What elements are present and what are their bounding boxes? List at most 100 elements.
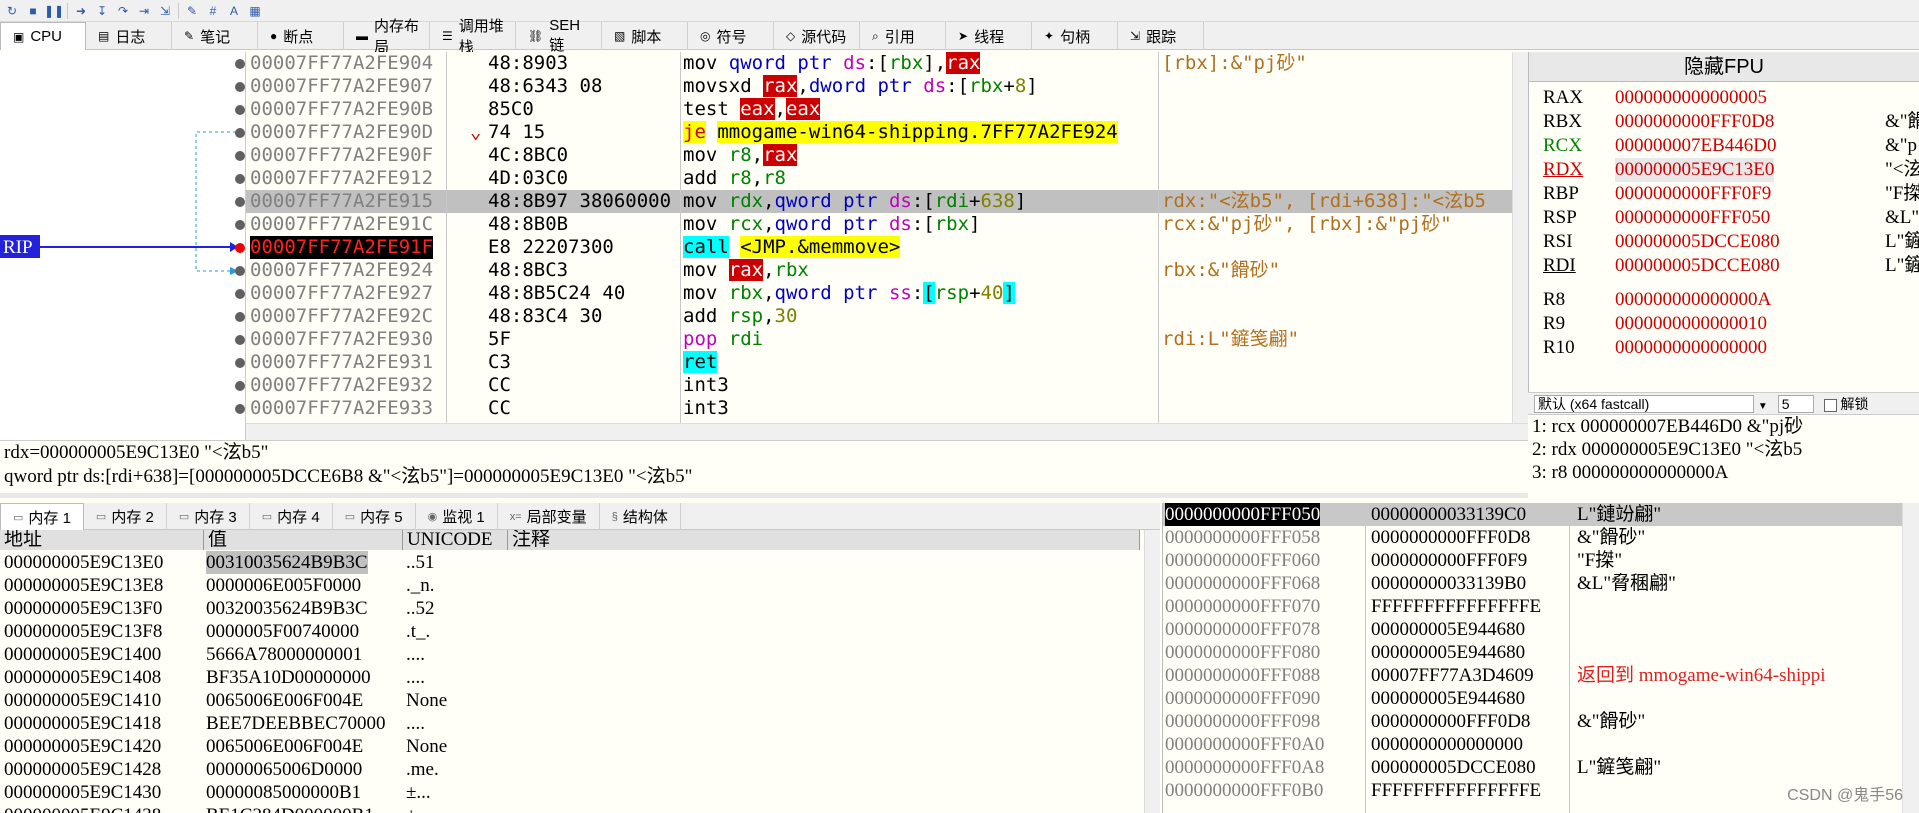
breakpoint-dot[interactable]: [235, 381, 245, 391]
run-to-user-icon[interactable]: ⇥: [136, 3, 152, 19]
stack-row[interactable]: 0000000000FFF0A8 000000005DCCE080 L"鏟笺翩": [1163, 756, 1903, 779]
breakpoint-dot[interactable]: [235, 404, 245, 414]
patch-icon[interactable]: ✎: [184, 3, 200, 19]
disasm-row[interactable]: 00007FF77A2FE91C 48:8B0B mov rcx,qword ptr…: [246, 213, 1512, 236]
stack-row[interactable]: 0000000000FFF0A0 0000000000000000: [1163, 733, 1903, 756]
trace-icon[interactable]: ⇲: [157, 3, 173, 19]
breakpoint-dot[interactable]: [235, 358, 245, 368]
disasm-row[interactable]: 00007FF77A2FE91F E8 22207300 call <JMP.&me…: [246, 236, 1512, 259]
tab-breakpoint[interactable]: ● 断点: [258, 22, 344, 50]
disasm-vertical-scrollbar[interactable]: [1512, 52, 1528, 423]
hash-icon[interactable]: #: [205, 3, 221, 19]
breakpoint-dot[interactable]: [235, 105, 245, 115]
breakpoint-dot[interactable]: [235, 151, 245, 161]
disasm-row[interactable]: 00007FF77A2FE907 48:6343 08 movsxd rax,dwo…: [246, 75, 1512, 98]
disasm-row[interactable]: 00007FF77A2FE933 CC int3: [246, 397, 1512, 420]
stack-row[interactable]: 0000000000FFF088 00007FF77A3D4609 返回到 mmog…: [1163, 664, 1903, 687]
disasm-horizontal-scrollbar[interactable]: [246, 423, 1528, 440]
disasm-row[interactable]: 00007FF77A2FE927 48:8B5C24 40 mov rbx,qwor…: [246, 282, 1512, 305]
dump-tab-5[interactable]: ▭ 内存 5: [333, 503, 416, 530]
restart-icon[interactable]: ↻: [4, 3, 20, 19]
calculator-icon[interactable]: ▦: [247, 3, 263, 19]
stack-vertical-scrollbar[interactable]: [1902, 503, 1919, 813]
disasm-row[interactable]: 00007FF77A2FE92C 48:83C4 30 add rsp,30: [246, 305, 1512, 328]
dump-tab-1[interactable]: ▭ 内存 1: [0, 503, 84, 530]
stack-row[interactable]: 0000000000FFF090 000000005E944680: [1163, 687, 1903, 710]
tab-memory-map[interactable]: ▬ 内存布局: [344, 18, 430, 56]
memory-dump-view[interactable]: 地址值 UNICODE 注释 000000005E9C13E0 00310035624…: [0, 530, 1160, 813]
stack-row[interactable]: 0000000000FFF050 00000000033139C0 L"鏈竕翩": [1163, 503, 1903, 526]
breakpoint-dot[interactable]: [235, 59, 245, 69]
disasm-row[interactable]: 00007FF77A2FE930 5F pop rdi rdi:L"鏟笺翩": [246, 328, 1512, 351]
dump-column-header[interactable]: 地址: [0, 530, 204, 550]
stack-view[interactable]: 0000000000FFF050 00000000033139C0 L"鏈竕翩" 00…: [1162, 503, 1919, 813]
dump-column-header[interactable]: UNICODE: [403, 530, 508, 550]
tab-reference[interactable]: ⌕ 引用: [860, 22, 946, 50]
tab-source[interactable]: ◇ 源代码: [774, 22, 860, 50]
dump-vertical-scrollbar[interactable]: [1144, 530, 1160, 813]
dropdown-arrow-icon[interactable]: ▼: [1758, 401, 1768, 412]
breakpoint-dot[interactable]: [235, 289, 245, 299]
tab-thread[interactable]: ➤ 线程: [946, 22, 1032, 50]
tab-callstack[interactable]: ☰ 调用堆栈: [430, 18, 516, 56]
stack-row[interactable]: 0000000000FFF080 000000005E944680: [1163, 641, 1903, 664]
breakpoint-dot[interactable]: [235, 243, 245, 253]
stack-row[interactable]: 0000000000FFF098 0000000000FFF0D8 &"餶砂": [1163, 710, 1903, 733]
run-icon[interactable]: ➜: [73, 3, 89, 19]
tab-notes[interactable]: ✎ 笔记: [172, 22, 258, 50]
dump-tab-8[interactable]: § 结构体: [600, 503, 681, 530]
disasm-row[interactable]: 00007FF77A2FE924 48:8BC3 mov rax,rbx rbx:&"…: [246, 259, 1512, 282]
instr-token: :[: [911, 213, 935, 235]
tab-log[interactable]: ▤ 日志: [86, 22, 172, 50]
breakpoint-dot[interactable]: [235, 174, 245, 184]
stack-row[interactable]: 0000000000FFF068 00000000033139B0 &L"脅稛翩": [1163, 572, 1903, 595]
font-icon[interactable]: A: [226, 3, 242, 19]
dump-column-header[interactable]: 注释: [508, 530, 1140, 550]
unlock-checkbox[interactable]: [1823, 398, 1837, 412]
stack-row[interactable]: 0000000000FFF078 000000005E944680: [1163, 618, 1903, 641]
stack-row[interactable]: 0000000000FFF060 0000000000FFF0F9 "F搩": [1163, 549, 1903, 572]
hide-fpu-button[interactable]: 隐藏FPU: [1529, 52, 1919, 82]
disasm-instruction: test eax,eax: [683, 98, 821, 121]
breakpoint-dot[interactable]: [235, 266, 245, 276]
tab-seh[interactable]: ⛓ SEH链: [516, 17, 602, 54]
breakpoint-dot[interactable]: [235, 128, 245, 138]
disasm-row[interactable]: 00007FF77A2FE90F 4C:8BC0 mov r8,rax: [246, 144, 1512, 167]
tab-symbol[interactable]: ◎ 符号: [688, 22, 774, 50]
disasm-row[interactable]: 00007FF77A2FE90B 85C0 test eax,eax: [246, 98, 1512, 121]
step-over-icon[interactable]: ↷: [115, 3, 131, 19]
tab-trace[interactable]: ⇲ 跟踪: [1118, 22, 1204, 50]
calling-convention-select[interactable]: 默认 (x64 fastcall): [1534, 395, 1754, 413]
argument-row[interactable]: 3: r8 000000000000000A: [1532, 461, 1919, 484]
breakpoint-dot[interactable]: [235, 335, 245, 345]
stack-row[interactable]: 0000000000FFF070 FFFFFFFFFFFFFFFE: [1163, 595, 1903, 618]
tab-cpu[interactable]: ▣ CPU: [0, 22, 86, 50]
disasm-row[interactable]: 00007FF77A2FE915 48:8B97 38060000 mov rdx,…: [246, 190, 1512, 213]
step-into-icon[interactable]: ↧: [94, 3, 110, 19]
disasm-row[interactable]: 00007FF77A2FE904 48:8903 mov qword ptr ds:…: [246, 52, 1512, 75]
dump-tab-4[interactable]: ▭ 内存 4: [250, 503, 333, 530]
splitter[interactable]: [0, 493, 1528, 498]
disasm-row[interactable]: 00007FF77A2FE931 C3 ret: [246, 351, 1512, 374]
disasm-row[interactable]: 00007FF77A2FE932 CC int3: [246, 374, 1512, 397]
tab-script[interactable]: ▧ 脚本: [602, 22, 688, 50]
dump-tab-3[interactable]: ▭ 内存 3: [167, 503, 250, 530]
dump-tab-7[interactable]: x= 局部变量: [498, 503, 600, 530]
dump-tab-2[interactable]: ▭ 内存 2: [84, 503, 167, 530]
disassembly-view[interactable]: 00007FF77A2FE904 48:8903 mov qword ptr ds:…: [246, 52, 1512, 423]
disasm-row[interactable]: 00007FF77A2FE90D ⌄ 74 15 je mmogame-win64-s…: [246, 121, 1512, 144]
stack-row[interactable]: 0000000000FFF058 0000000000FFF0D8 &"餶砂": [1163, 526, 1903, 549]
breakpoint-dot[interactable]: [235, 312, 245, 322]
argument-row[interactable]: 1: rcx 000000007EB446D0 &"pj砂: [1532, 415, 1919, 438]
dump-tab-6[interactable]: ◉ 监视 1: [416, 503, 498, 530]
stop-icon[interactable]: ■: [25, 3, 41, 19]
breakpoint-dot[interactable]: [235, 220, 245, 230]
breakpoint-dot[interactable]: [235, 82, 245, 92]
dump-column-header[interactable]: 值: [204, 530, 403, 550]
tab-handle[interactable]: ✦ 句柄: [1032, 22, 1118, 50]
breakpoint-dot[interactable]: [235, 197, 245, 207]
pause-icon[interactable]: ❚❚: [44, 3, 64, 19]
arg-count-spinner[interactable]: 5: [1777, 395, 1814, 413]
argument-row[interactable]: 2: rdx 000000005E9C13E0 "<泫b5: [1532, 438, 1919, 461]
disasm-row[interactable]: 00007FF77A2FE912 4D:03C0 add r8,r8: [246, 167, 1512, 190]
